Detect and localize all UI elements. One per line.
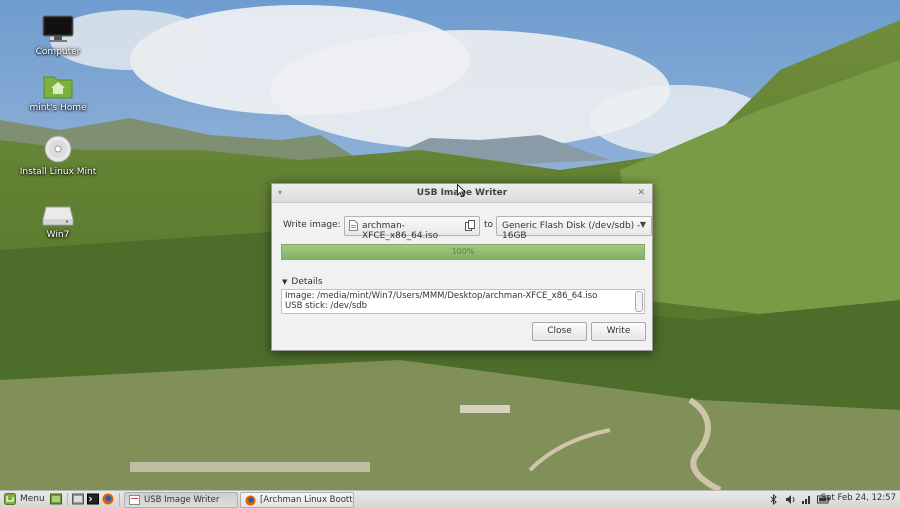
expander-down-icon: ▼ — [282, 278, 288, 286]
usb-writer-app-icon — [129, 495, 140, 505]
target-device-value: Generic Flash Disk (/dev/sdb) - 16GB — [502, 221, 641, 241]
details-label: Details — [291, 277, 323, 287]
taskbar: Menu USB Image Writer [Archman Linux Boo… — [0, 490, 900, 508]
terminal-icon[interactable] — [87, 493, 99, 505]
desktop-icon-home[interactable]: mint's Home — [18, 72, 98, 113]
details-line-usb-stick: USB stick: /dev/sdb — [285, 301, 368, 311]
write-image-label: Write image: — [283, 220, 341, 230]
disc-icon — [44, 135, 72, 163]
show-desktop-icon[interactable] — [50, 493, 62, 505]
progress-label: 100% — [451, 247, 475, 256]
desktop-icon-install-linux-mint[interactable]: Install Linux Mint — [18, 134, 98, 177]
to-label: to — [484, 220, 494, 230]
network-icon[interactable] — [801, 494, 812, 505]
close-icon[interactable]: ✕ — [637, 184, 645, 202]
close-button[interactable]: Close — [532, 322, 587, 341]
desktop-icon-label: Install Linux Mint — [19, 167, 97, 177]
firefox-icon — [245, 495, 256, 506]
details-scrollbar[interactable] — [635, 291, 643, 312]
taskbar-separator — [67, 493, 68, 506]
write-image-row: Write image: archman-XFCE_x86_64.iso to … — [282, 216, 652, 241]
desktop-icon-computer[interactable]: Computer — [18, 14, 98, 57]
drive-icon — [42, 206, 74, 226]
details-text-area[interactable]: Image: /media/mint/Win7/Users/MMM/Deskto… — [281, 289, 645, 314]
task-label: USB Image Writer — [144, 495, 220, 505]
home-folder-icon — [43, 76, 73, 99]
desktop-icon-label: mint's Home — [29, 103, 87, 113]
usb-image-writer-dialog: ▾ USB Image Writer ✕ Write image: archma… — [271, 183, 653, 351]
task-label: [Archman Linux Boott... — [260, 495, 354, 505]
task-usb-image-writer[interactable]: USB Image Writer — [124, 492, 238, 508]
iso-file-name: archman-XFCE_x86_64.iso — [362, 221, 439, 241]
linux-mint-logo-icon — [4, 493, 16, 505]
desktop-icon-label: Computer — [35, 47, 81, 57]
write-progress-bar: 100% — [281, 244, 645, 260]
details-expander[interactable]: ▼ Details — [282, 277, 323, 287]
open-file-icon — [465, 220, 475, 231]
computer-monitor-icon — [42, 15, 74, 42]
details-line-image: Image: /media/mint/Win7/Users/MMM/Deskto… — [285, 291, 598, 301]
taskbar-clock[interactable]: Sat Feb 24, 12:57 — [821, 493, 896, 503]
firefox-icon[interactable] — [102, 493, 114, 505]
desktop-icon-win7[interactable]: Win7 — [18, 203, 98, 240]
chevron-down-icon: ▼ — [639, 220, 646, 229]
desktop-icon-label: Win7 — [46, 230, 70, 240]
iso-file-chooser-button[interactable]: archman-XFCE_x86_64.iso — [344, 216, 480, 241]
target-device-select[interactable]: Generic Flash Disk (/dev/sdb) - 16GB ▼ — [496, 216, 652, 241]
mouse-pointer-icon — [457, 184, 466, 197]
window-menu-icon[interactable]: ▾ — [278, 184, 282, 202]
bluetooth-icon[interactable] — [770, 494, 778, 505]
file-manager-icon[interactable] — [72, 493, 84, 505]
taskbar-separator — [119, 493, 120, 506]
menu-label: Menu — [20, 494, 45, 504]
file-icon — [349, 220, 358, 231]
write-button[interactable]: Write — [591, 322, 646, 341]
volume-icon[interactable] — [785, 494, 797, 505]
task-archman-linux-browser[interactable]: [Archman Linux Boott... — [240, 492, 354, 508]
